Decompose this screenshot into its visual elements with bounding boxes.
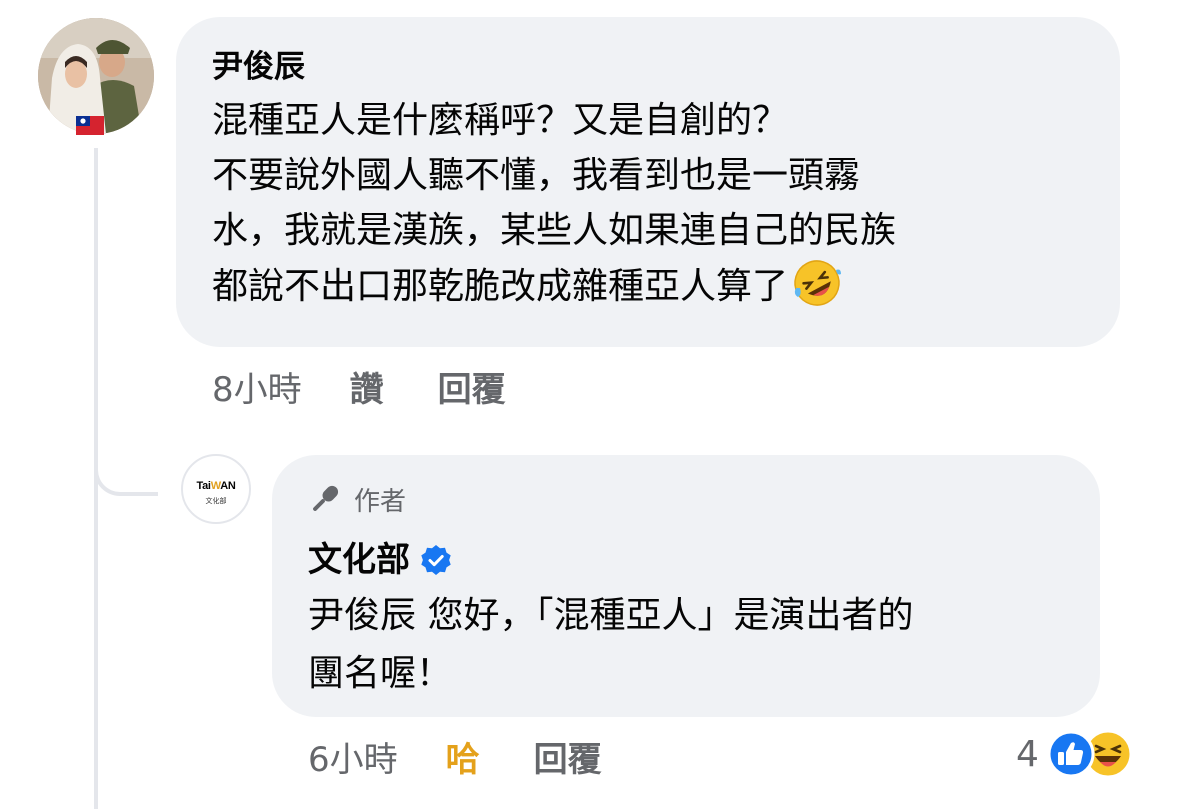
- reply-bubble: 作者 文化部 尹俊辰 您好，「混種亞人」是演出者的 團名喔！: [272, 455, 1100, 717]
- reply-actions: 6小時 哈 回覆: [308, 730, 656, 782]
- comment-timestamp[interactable]: 8小時: [212, 362, 302, 411]
- page-avatar[interactable]: TaiWAN 文化部: [181, 454, 251, 524]
- author-badge-label: 作者: [354, 486, 407, 517]
- reply-line: 團名喔！: [308, 653, 453, 694]
- reply-button[interactable]: 回覆: [534, 732, 602, 781]
- thread-connector: [94, 420, 158, 496]
- logo-subtitle: 文化部: [205, 497, 227, 505]
- comment-line: 不要說外國人聽不懂，我看到也是一頭霧: [212, 155, 861, 196]
- comment-line: 水，我就是漢族，某些人如果連自己的民族: [212, 210, 897, 251]
- taiwan-flag-icon: [76, 116, 104, 135]
- like-button[interactable]: 讚: [350, 362, 384, 411]
- verified-badge-icon: [421, 545, 451, 575]
- like-icon: [1047, 730, 1095, 778]
- author-badge: 作者: [308, 479, 1064, 519]
- reply-author-row: 文化部: [308, 533, 1064, 587]
- haha-reaction-button[interactable]: 哈: [446, 732, 480, 781]
- reply-line: 尹俊辰 您好，「混種亞人」是演出者的: [308, 595, 914, 636]
- taiwan-logo: TaiWAN: [196, 480, 236, 492]
- comment-line-last: 都說不出口那乾脆改成雜種亞人算了: [212, 258, 1092, 314]
- microphone-icon: [313, 485, 339, 511]
- rolling-laughing-emoji-icon: [794, 260, 842, 306]
- reply-text: 尹俊辰 您好，「混種亞人」是演出者的 團名喔！: [308, 587, 1078, 703]
- comment-line: 都說不出口那乾脆改成雜種亞人算了: [212, 266, 789, 307]
- reply-button[interactable]: 回覆: [438, 362, 506, 411]
- reaction-count: 4: [1016, 733, 1039, 775]
- comment-text: 混種亞人是什麼稱呼？又是自創的？ 不要說外國人聽不懂，我看到也是一頭霧 水，我就…: [212, 93, 1092, 314]
- reply-timestamp[interactable]: 6小時: [308, 732, 398, 781]
- comment-author-name[interactable]: 尹俊辰: [212, 45, 1084, 89]
- comment-line: 混種亞人是什麼稱呼？又是自創的？: [212, 100, 789, 141]
- reply-author-name[interactable]: 文化部: [308, 533, 410, 587]
- comment-bubble: 尹俊辰 混種亞人是什麼稱呼？又是自創的？ 不要說外國人聽不懂，我看到也是一頭霧 …: [176, 17, 1120, 347]
- reaction-summary[interactable]: 4: [1016, 724, 1133, 784]
- comment-actions: 8小時 讚 回覆: [212, 360, 560, 412]
